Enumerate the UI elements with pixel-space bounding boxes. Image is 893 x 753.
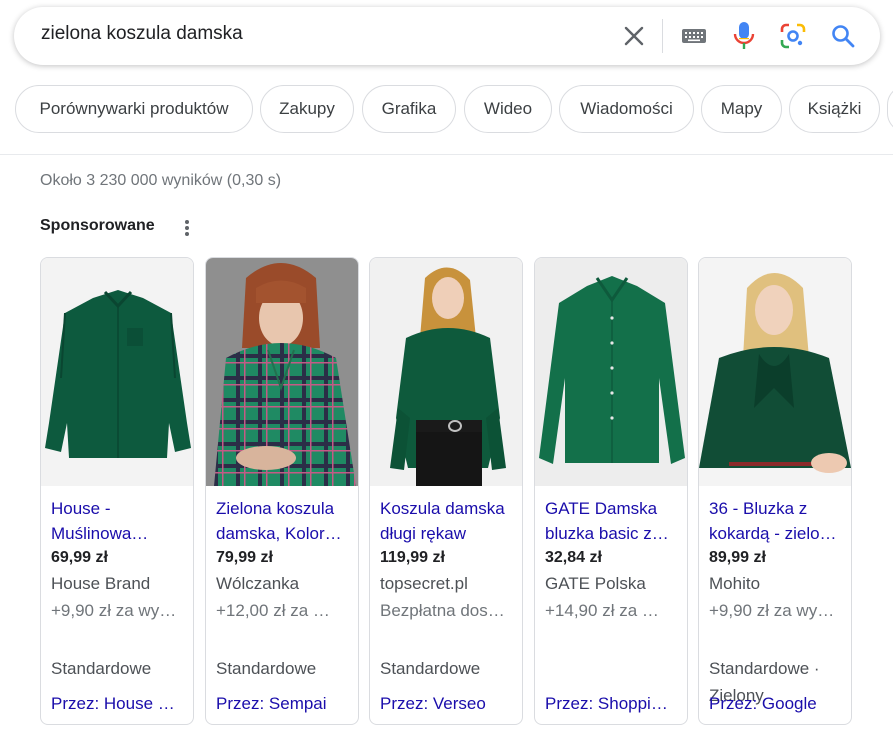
product-price: 32,84 zł [545, 549, 602, 566]
chip-news[interactable]: Wiadomości [559, 85, 694, 133]
product-seller[interactable]: Przez: House … [51, 694, 189, 714]
header-divider [0, 154, 893, 155]
chip-videos[interactable]: Wideo [464, 85, 552, 133]
results-stats: Około 3 230 000 wyników (0,30 s) [40, 172, 282, 189]
product-seller[interactable]: Przez: Verseo [380, 694, 518, 714]
product-image[interactable] [206, 258, 358, 486]
product-store: topsecret.pl [380, 574, 468, 593]
product-card[interactable]: House - Muślinowa… 69,99 zł House Brand … [40, 257, 194, 725]
product-price: 119,99 zł [380, 549, 445, 566]
product-shipping: +12,00 zł za … [216, 601, 330, 620]
chip-product-comparison[interactable]: Porównywarki produktów [15, 85, 253, 133]
chip-more[interactable] [887, 85, 893, 133]
product-image[interactable] [699, 258, 851, 486]
product-store: House Brand [51, 574, 151, 593]
product-delivery: Standardowe [216, 659, 317, 678]
microphone-icon[interactable] [730, 20, 758, 52]
product-shipping: +14,90 zł za … [545, 601, 659, 620]
product-image[interactable] [41, 258, 193, 486]
chip-images[interactable]: Grafika [362, 85, 456, 133]
product-card[interactable]: 36 - Bluzka z kokardą - zielo… 89,99 zł … [698, 257, 852, 725]
product-store: Wólczanka [216, 574, 300, 593]
product-delivery: Standardowe [380, 659, 481, 678]
product-seller[interactable]: Przez: Google [709, 694, 847, 714]
search-icon[interactable] [828, 21, 858, 51]
product-shipping: Bezpłatna dos… [380, 601, 505, 620]
product-shipping: +9,90 zł za wy… [709, 601, 835, 620]
keyboard-icon[interactable] [679, 23, 709, 49]
chip-maps[interactable]: Mapy [701, 85, 782, 133]
product-seller[interactable]: Przez: Sempai [216, 694, 354, 714]
chip-books[interactable]: Książki [789, 85, 880, 133]
product-delivery: Standardowe · [709, 659, 820, 678]
product-price: 89,99 zł [709, 549, 766, 566]
product-image[interactable] [535, 258, 687, 486]
product-card[interactable]: Zielona koszula damska, Kolor… 79,99 zł … [205, 257, 359, 725]
google-lens-icon[interactable] [778, 21, 808, 51]
clear-icon[interactable] [619, 21, 649, 51]
search-bar: zielona koszula damska [14, 7, 880, 65]
product-title[interactable]: Zielona koszula damska, Kolor… [216, 496, 350, 546]
product-price: 79,99 zł [216, 549, 273, 566]
product-card[interactable]: GATE Damska bluzka basic z… 32,84 zł GAT… [534, 257, 688, 725]
product-shipping: +9,90 zł za wy… [51, 601, 177, 620]
product-title[interactable]: 36 - Bluzka z kokardą - zielo… [709, 496, 843, 546]
more-options-icon[interactable] [179, 217, 195, 239]
product-card[interactable]: Koszula damska długi rękaw 119,99 zł top… [369, 257, 523, 725]
product-store: Mohito [709, 574, 761, 593]
product-title[interactable]: Koszula damska długi rękaw [380, 496, 514, 546]
sponsored-label: Sponsorowane [40, 217, 155, 234]
product-title[interactable]: GATE Damska bluzka basic z… [545, 496, 679, 546]
product-title[interactable]: House - Muślinowa… [51, 496, 185, 546]
search-divider [662, 19, 663, 53]
search-input[interactable]: zielona koszula damska [41, 23, 243, 45]
product-seller[interactable]: Przez: Shoppi… [545, 694, 683, 714]
product-delivery: Standardowe [51, 659, 152, 678]
product-price: 69,99 zł [51, 549, 108, 566]
product-store: GATE Polska [545, 574, 646, 593]
chip-shopping[interactable]: Zakupy [260, 85, 354, 133]
product-image[interactable] [370, 258, 522, 486]
